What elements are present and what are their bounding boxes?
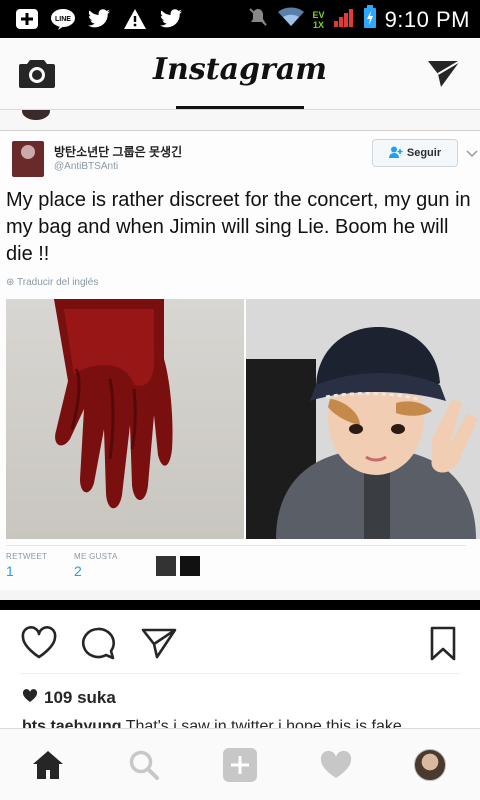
tab-indicator	[176, 106, 304, 109]
previous-avatar	[22, 110, 50, 120]
share-icon[interactable]	[140, 626, 178, 662]
search-icon[interactable]	[126, 747, 162, 783]
post-actions	[0, 614, 480, 674]
twitter-icon	[86, 7, 112, 31]
retweet-label: RETWEET	[6, 552, 48, 561]
likes-label: 109 suka	[44, 688, 116, 707]
chevron-down-icon	[466, 145, 478, 158]
tweet-text: My place is rather discreet for the conc…	[6, 189, 471, 265]
twitter-icon	[158, 7, 184, 31]
status-bar: LINE EV 1X 9:10 PM	[0, 0, 480, 38]
bloody-hand-photo	[6, 299, 244, 539]
battery-icon	[363, 5, 377, 34]
post-image[interactable]: 방탄소년단 그룹은 못생긴 @AntiBTSAnti Seguir My pla…	[0, 110, 480, 610]
follow-user-icon	[388, 146, 403, 161]
tweet-handle: @AntiBTSAnti	[54, 161, 119, 172]
liker-avatar	[180, 556, 200, 576]
person-selfie-photo	[246, 299, 480, 539]
signal-icon	[333, 6, 355, 33]
instagram-logo: Instagram	[153, 52, 327, 87]
wifi-icon	[277, 6, 305, 33]
liker-avatar	[156, 556, 176, 576]
add-post-icon[interactable]	[222, 747, 258, 783]
retweet-stat: RETWEET 1	[6, 552, 47, 579]
like-stat: ME GUSTA 2	[74, 552, 118, 579]
retweet-count: 1	[6, 563, 14, 579]
direct-message-icon[interactable]	[426, 58, 462, 92]
system-icons: EV 1X 9:10 PM	[247, 5, 470, 34]
selfie-illustration	[246, 299, 480, 539]
globe-icon: ⊛	[6, 277, 15, 288]
tweet-avatar	[12, 141, 44, 177]
follow-label: Seguir	[406, 147, 442, 159]
tweet-card: 방탄소년단 그룹은 못생긴 @AntiBTSAnti Seguir My pla…	[0, 130, 480, 590]
profile-avatar	[414, 749, 446, 781]
comment-icon[interactable]	[80, 626, 118, 662]
mute-icon	[247, 6, 269, 33]
previous-tweet-strip	[0, 110, 480, 130]
follow-button: Seguir	[372, 139, 458, 167]
tweet-display-name: 방탄소년단 그룹은 못생긴	[54, 145, 183, 159]
actions-divider	[20, 673, 460, 674]
like-heart-icon[interactable]	[20, 626, 58, 662]
filled-heart-icon	[22, 688, 38, 708]
plus-icon	[14, 7, 40, 31]
bloody-hand-illustration	[54, 299, 173, 509]
bookmark-icon[interactable]	[424, 626, 462, 662]
image-bottom-band	[0, 600, 480, 610]
warning-icon	[122, 7, 148, 31]
clock: 9:10 PM	[384, 6, 470, 32]
home-icon[interactable]	[30, 747, 66, 783]
activity-heart-icon[interactable]	[318, 747, 354, 783]
tweet-stats: RETWEET 1 ME GUSTA 2	[6, 545, 466, 585]
like-label: ME GUSTA	[74, 552, 118, 561]
svg-text:LINE: LINE	[55, 16, 71, 23]
likes-count[interactable]: 109 suka	[22, 688, 116, 708]
app-header: Instagram	[0, 38, 480, 110]
translate-label: Traducir del inglés	[17, 277, 99, 288]
notification-icons: LINE	[14, 7, 184, 31]
like-count: 2	[74, 563, 82, 579]
profile-tab[interactable]	[412, 747, 448, 783]
bottom-nav	[0, 728, 480, 800]
line-icon: LINE	[50, 7, 76, 31]
instagram-screen: LINE EV 1X 9:10 PM Instagram 방탄소년단 그룹은 못…	[0, 0, 480, 800]
translate-link: ⊛ Traducir del inglés	[6, 277, 98, 288]
network-type: EV 1X	[312, 9, 325, 30]
